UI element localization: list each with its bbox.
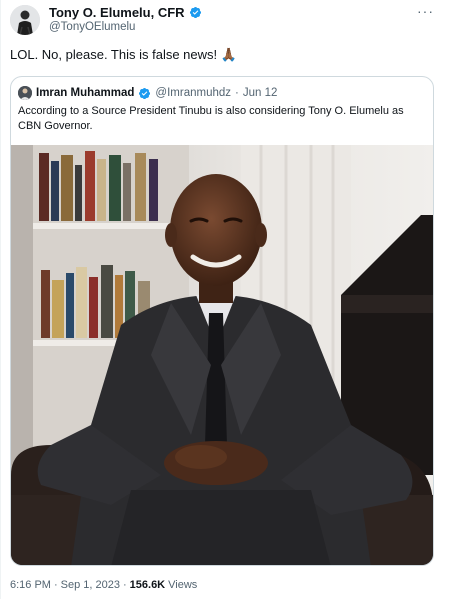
tweet-date[interactable]: Sep 1, 2023 — [61, 579, 120, 591]
author-avatar-image — [10, 5, 40, 35]
footer-separator: · — [53, 579, 58, 591]
author-handle[interactable]: @TonyOElumelu — [49, 21, 135, 33]
views-count: 156.6K — [129, 579, 166, 591]
quoted-header: Imran Muhammad @Imranmuhdz · Jun 12 — [18, 86, 277, 100]
quoted-author-handle[interactable]: @Imranmuhdz — [155, 87, 231, 99]
quoted-date[interactable]: Jun 12 — [243, 87, 278, 99]
tweet-card: Tony O. Elumelu, CFR @TonyOElumelu ··· L… — [0, 0, 454, 599]
author-name-row: Tony O. Elumelu, CFR — [49, 5, 202, 20]
tweet-text: LOL. No, please. This is false news! 🙏🏾 — [10, 47, 237, 62]
views-label: Views — [168, 579, 198, 591]
quoted-photo-image — [11, 145, 433, 565]
quoted-avatar-image — [18, 86, 32, 100]
quoted-separator: · — [235, 87, 239, 99]
quoted-verified-badge-icon — [139, 87, 151, 99]
quoted-author-avatar[interactable] — [18, 86, 32, 100]
more-options-icon[interactable]: ··· — [417, 3, 434, 19]
tweet-footer: 6:16 PM · Sep 1, 2023 · 156.6K Views — [10, 579, 197, 591]
author-display-name[interactable]: Tony O. Elumelu, CFR — [49, 5, 185, 20]
tweet-time[interactable]: 6:16 PM — [10, 579, 51, 591]
author-avatar[interactable] — [10, 5, 40, 35]
verified-badge-icon — [189, 6, 201, 19]
quoted-photo[interactable] — [11, 145, 433, 565]
quoted-tweet[interactable]: Imran Muhammad @Imranmuhdz · Jun 12 Acco… — [10, 76, 434, 566]
quoted-author-name[interactable]: Imran Muhammad — [36, 87, 134, 99]
quoted-text: According to a Source President Tinubu i… — [18, 105, 404, 132]
footer-separator-2: · — [122, 579, 127, 591]
